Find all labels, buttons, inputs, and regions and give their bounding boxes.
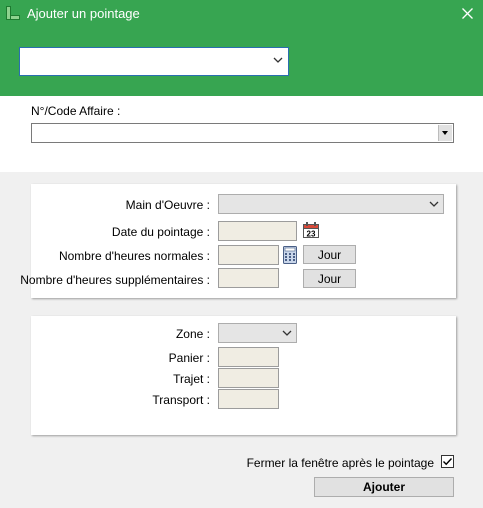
date-label: Date du pointage : bbox=[111, 225, 210, 239]
jour-button-normales[interactable]: Jour bbox=[303, 245, 356, 264]
affaire-combo[interactable] bbox=[31, 123, 454, 143]
close-button[interactable] bbox=[452, 0, 483, 27]
heures-normales-label: Nombre d'heures normales : bbox=[58, 249, 210, 263]
heures-supp-input[interactable] bbox=[218, 268, 279, 288]
checkmark-icon bbox=[443, 458, 453, 466]
heures-supp-label: Nombre d'heures supplémentaires : bbox=[20, 273, 210, 287]
transport-label: Transport : bbox=[152, 393, 210, 407]
zone-select[interactable] bbox=[218, 323, 297, 343]
panier-input[interactable] bbox=[218, 347, 279, 367]
affaire-dropdown-button[interactable] bbox=[438, 125, 452, 141]
chevron-down-icon bbox=[442, 131, 448, 135]
chevron-down-icon bbox=[429, 201, 439, 207]
ajouter-button[interactable]: Ajouter bbox=[314, 477, 454, 497]
close-after-checkbox[interactable] bbox=[441, 455, 454, 468]
trajet-input[interactable] bbox=[218, 368, 279, 388]
zone-label: Zone : bbox=[175, 327, 210, 341]
jour-button-supp[interactable]: Jour bbox=[303, 269, 356, 288]
calendar-icon[interactable]: 23 bbox=[303, 221, 319, 238]
chevron-down-icon bbox=[282, 330, 292, 336]
heures-normales-input[interactable] bbox=[218, 245, 279, 265]
top-select[interactable] bbox=[19, 47, 289, 76]
trajet-label: Trajet : bbox=[173, 372, 210, 386]
transport-input[interactable] bbox=[218, 389, 279, 409]
date-input[interactable] bbox=[218, 221, 297, 241]
close-icon bbox=[462, 8, 473, 19]
main-oeuvre-select[interactable] bbox=[218, 194, 444, 214]
calendar-day: 23 bbox=[307, 230, 316, 239]
chevron-down-icon bbox=[273, 57, 283, 63]
main-oeuvre-label: Main d'Oeuvre : bbox=[125, 198, 210, 212]
app-icon bbox=[6, 6, 20, 20]
close-after-label: Fermer la fenêtre après le pointage bbox=[246, 456, 434, 470]
panier-label: Panier : bbox=[168, 351, 210, 365]
calculator-icon[interactable] bbox=[282, 246, 298, 264]
window-title: Ajouter un pointage bbox=[27, 6, 140, 21]
affaire-label: N°/Code Affaire : bbox=[31, 104, 121, 118]
